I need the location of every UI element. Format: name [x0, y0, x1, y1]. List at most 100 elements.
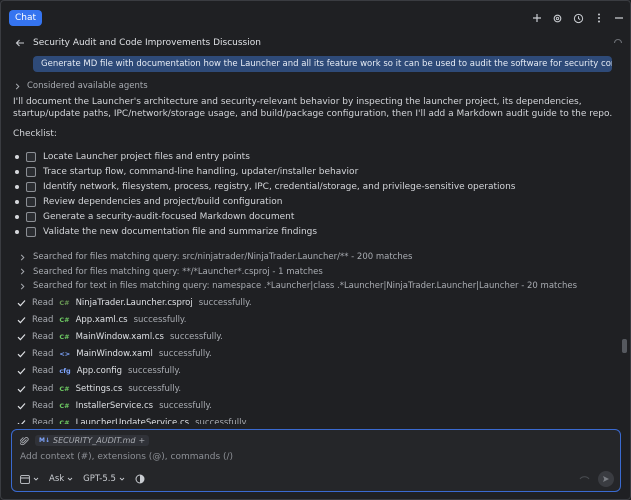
- checkmark-icon: [17, 367, 26, 375]
- checklist-item-label: Generate a security-audit-focused Markdo…: [43, 211, 295, 222]
- file-name[interactable]: Settings.cs: [76, 384, 123, 394]
- window-icon: [20, 474, 30, 484]
- send-button[interactable]: [598, 471, 614, 487]
- file-type-icon: C#: [59, 384, 70, 393]
- back-arrow-icon[interactable]: [15, 38, 25, 48]
- mode-dropdown[interactable]: Ask: [49, 474, 73, 484]
- checklist-heading: Checklist:: [13, 129, 57, 139]
- considered-agents-toggle[interactable]: Considered available agents: [14, 81, 148, 91]
- checkmark-icon: [17, 350, 26, 358]
- bullet: [15, 214, 19, 219]
- file-type-icon: C#: [59, 418, 70, 424]
- read-status: successfully.: [170, 331, 223, 342]
- checklist-item-label: Review dependencies and project/build co…: [43, 196, 283, 207]
- file-read-log: Read C# NinjaTrader.Launcher.csproj success…: [17, 294, 617, 424]
- read-status: successfully.: [133, 314, 187, 325]
- chat-input[interactable]: Add context (#), extensions (@), command…: [20, 452, 233, 462]
- chevron-down-icon: [33, 477, 39, 481]
- composer-toolbar: Ask GPT-5.5: [20, 471, 614, 487]
- checklist-item: Validate the new documentation file and …: [15, 224, 615, 239]
- file-read-row[interactable]: Read C# Settings.cs successfully.: [17, 380, 617, 397]
- checkbox[interactable]: [26, 166, 36, 177]
- file-read-row[interactable]: Read C# App.xaml.cs successfully.: [17, 311, 617, 328]
- composer-actions: [579, 471, 614, 487]
- search-result-row[interactable]: Searched for files matching query: **/*L…: [19, 265, 619, 280]
- checkbox[interactable]: [26, 196, 36, 207]
- file-name[interactable]: App.xaml.cs: [76, 315, 128, 325]
- checklist-item: Identify network, filesystem, process, r…: [15, 179, 615, 194]
- checkmark-icon: [17, 402, 26, 410]
- file-read-row[interactable]: Read <> MainWindow.xaml successfully.: [17, 346, 617, 363]
- read-status: successfully.: [198, 297, 252, 308]
- history-icon[interactable]: [573, 13, 584, 24]
- file-read-row[interactable]: Read C# InstallerService.cs successfully.: [17, 397, 617, 414]
- checkbox[interactable]: [26, 226, 36, 237]
- search-result-row[interactable]: Searched for files matching query: src/n…: [19, 250, 619, 265]
- user-prompt-bubble: Generate MD file with documentation how …: [33, 56, 612, 72]
- scrollbar-thumb[interactable]: [622, 339, 627, 353]
- toolbar-icons: [532, 13, 624, 24]
- file-read-row[interactable]: Read C# NinjaTrader.Launcher.csproj success…: [17, 294, 617, 311]
- file-name[interactable]: InstallerService.cs: [76, 401, 154, 411]
- gear-icon[interactable]: [552, 13, 563, 24]
- loading-spinner-icon: [613, 38, 623, 48]
- file-name[interactable]: NinjaTrader.Launcher.csproj: [76, 298, 193, 308]
- considered-agents-label: Considered available agents: [27, 81, 148, 91]
- checklist-item-label: Locate Launcher project files and entry …: [43, 151, 250, 162]
- read-verb: Read: [32, 349, 54, 360]
- search-results: Searched for files matching query: src/n…: [19, 250, 619, 294]
- read-status: successfully.: [195, 417, 248, 424]
- checkmark-icon: [17, 299, 26, 307]
- file-type-icon: C#: [59, 332, 70, 341]
- read-verb: Read: [32, 314, 54, 325]
- bullet: [15, 184, 19, 189]
- checkbox[interactable]: [26, 181, 36, 192]
- file-type-icon: cfg: [59, 367, 71, 376]
- search-result-row[interactable]: Searched for text in files matching quer…: [19, 279, 619, 294]
- chat-tab[interactable]: Chat: [9, 10, 43, 26]
- mode-label: Ask: [49, 474, 65, 484]
- bullet: [15, 229, 19, 234]
- paperclip-icon[interactable]: [20, 436, 29, 446]
- add-context-button[interactable]: +: [138, 436, 145, 445]
- read-verb: Read: [32, 417, 54, 424]
- conversation-header: Security Audit and Code Improvements Dis…: [15, 35, 623, 51]
- voice-icon[interactable]: [579, 475, 590, 483]
- file-name[interactable]: MainWindow.xaml.cs: [76, 332, 164, 342]
- read-verb: Read: [32, 400, 54, 411]
- file-name[interactable]: MainWindow.xaml: [76, 349, 153, 359]
- checkbox[interactable]: [26, 151, 36, 162]
- file-type-icon: C#: [59, 298, 70, 307]
- file-read-row[interactable]: Read cfg App.config successfully.: [17, 363, 617, 380]
- markdown-file-icon: M↓: [39, 437, 50, 444]
- plus-icon[interactable]: [532, 13, 542, 23]
- file-type-icon: C#: [59, 315, 70, 324]
- checklist: Locate Launcher project files and entry …: [15, 149, 615, 239]
- more-options-icon[interactable]: [594, 13, 604, 23]
- file-read-row[interactable]: Read C# LauncherUpdateService.cs successful…: [17, 414, 617, 424]
- read-status: successfully.: [128, 383, 182, 394]
- top-bar: Chat: [1, 1, 630, 35]
- checkbox[interactable]: [26, 211, 36, 222]
- checkmark-icon: [17, 419, 26, 424]
- minimize-icon[interactable]: [614, 13, 624, 23]
- context-usage-icon[interactable]: [135, 474, 145, 484]
- chat-composer: M↓ SECURITY_AUDIT.md + Add context (#), …: [11, 429, 621, 492]
- file-name[interactable]: App.config: [77, 366, 122, 376]
- chevron-right-icon: [19, 283, 26, 290]
- search-result-text: Searched for files matching query: **/*L…: [33, 266, 323, 277]
- attached-file-chip[interactable]: M↓ SECURITY_AUDIT.md +: [35, 435, 150, 446]
- chevron-right-icon: [19, 268, 26, 275]
- attach-dropdown[interactable]: [20, 474, 39, 484]
- checklist-item: Generate a security-audit-focused Markdo…: [15, 209, 615, 224]
- context-row: M↓ SECURITY_AUDIT.md +: [20, 435, 150, 446]
- file-name[interactable]: LauncherUpdateService.cs: [76, 418, 190, 424]
- checklist-item-label: Trace startup flow, command-line handlin…: [43, 166, 359, 177]
- read-status: successfully.: [158, 349, 212, 360]
- read-status: successfully.: [159, 400, 212, 411]
- chevron-right-icon: [19, 254, 26, 261]
- file-read-row[interactable]: Read C# MainWindow.xaml.cs successfully.: [17, 328, 617, 345]
- bullet: [15, 169, 19, 174]
- model-dropdown[interactable]: GPT-5.5: [83, 474, 125, 484]
- checklist-item: Review dependencies and project/build co…: [15, 194, 615, 209]
